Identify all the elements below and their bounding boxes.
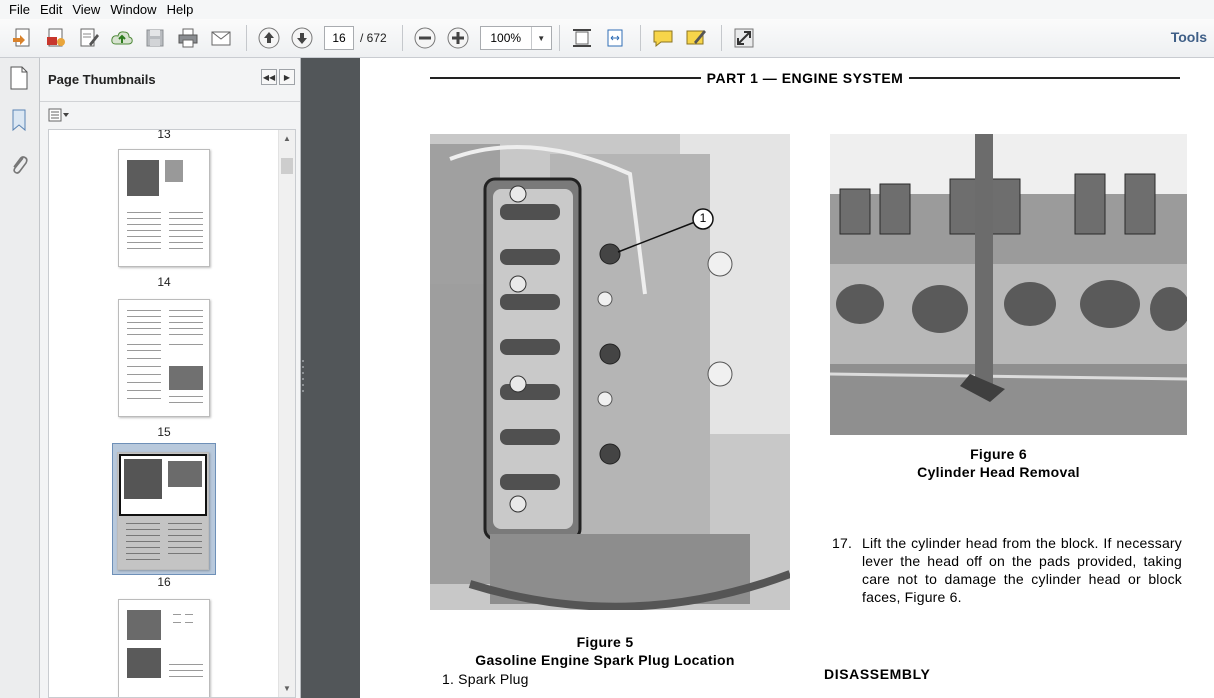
thumbnail-page-15[interactable] (118, 299, 210, 417)
thumbnail-scrollbar[interactable]: ▲ ▼ (278, 130, 295, 697)
section-heading-disassembly: DISASSEMBLY (824, 666, 931, 682)
toolbar-separator (720, 25, 722, 51)
zoom-value: 100% (490, 31, 522, 45)
upload-cloud-icon[interactable] (107, 23, 137, 53)
figure5-photo: 1 (430, 134, 790, 610)
tools-link[interactable]: Tools (1171, 29, 1207, 45)
email-icon[interactable] (206, 23, 236, 53)
next-page-icon[interactable] (287, 23, 317, 53)
fit-width-icon[interactable] (600, 23, 630, 53)
menu-help[interactable]: Help (162, 0, 199, 19)
toolbar-separator (639, 25, 641, 51)
thumbnail-page-number: 16 (157, 575, 171, 589)
save-icon[interactable] (140, 23, 170, 53)
figure6-photo (830, 134, 1187, 435)
document-page: PART 1 — ENGINE SYSTEM 1 Figure 6 Cylind… (360, 58, 1214, 698)
thumbnail-page-number: 13 (157, 129, 171, 141)
menu-view[interactable]: View (67, 0, 105, 19)
figure6-title: Figure 6 (970, 446, 1027, 462)
fullscreen-icon[interactable] (729, 23, 759, 53)
toolbar: 16 / 672 100% ▼ Tools (0, 19, 1214, 58)
panel-title: Page Thumbnails (48, 72, 156, 87)
page-number-input[interactable]: 16 (324, 26, 354, 50)
step-text: Lift the cylinder head from the block. I… (862, 535, 1182, 605)
menu-edit[interactable]: Edit (35, 0, 67, 19)
thumbnail-options[interactable] (40, 102, 300, 128)
zoom-select[interactable]: 100% ▼ (479, 26, 552, 50)
create-pdf-icon[interactable] (8, 23, 38, 53)
page-header: PART 1 — ENGINE SYSTEM (430, 70, 1181, 86)
fit-page-icon[interactable] (567, 23, 597, 53)
toolbar-separator (558, 25, 560, 51)
thumbnail-list[interactable]: 13 14 15 16 ▲ ▼ (48, 129, 296, 698)
menu-file[interactable]: File (4, 0, 35, 19)
thumbnail-page-16[interactable] (117, 452, 209, 570)
thumbnail-page-17[interactable] (118, 599, 210, 697)
zoom-in-icon[interactable] (443, 23, 473, 53)
highlight-icon[interactable] (681, 23, 711, 53)
print-icon[interactable] (173, 23, 203, 53)
figure6-subtitle: Cylinder Head Removal (917, 464, 1080, 480)
toolbar-separator (246, 25, 247, 51)
thumbnail-page-14[interactable] (118, 149, 210, 267)
options-menu-icon[interactable] (48, 108, 70, 122)
step-17: 17. Lift the cylinder head from the bloc… (832, 534, 1182, 606)
page-header-text: PART 1 — ENGINE SYSTEM (706, 70, 904, 86)
scroll-up-icon[interactable]: ▲ (279, 130, 295, 147)
comment-icon[interactable] (648, 23, 678, 53)
toolbar-separator (401, 25, 403, 51)
thumbnail-page-number: 15 (157, 425, 171, 439)
thumbnail-panel: Page Thumbnails ◀◀ ▶ 13 14 15 16 ▲ ▼ (40, 58, 301, 698)
panel-splitter[interactable] (301, 358, 305, 398)
menu-window[interactable]: Window (105, 0, 161, 19)
figure5-title: Figure 5 (576, 634, 634, 650)
collapse-panel-icon[interactable]: ◀◀ (261, 69, 277, 85)
scrollbar-thumb[interactable] (281, 158, 293, 174)
page-thumbnails-icon[interactable] (6, 64, 32, 92)
page-total: / 672 (360, 31, 387, 45)
edit-document-icon[interactable] (74, 23, 104, 53)
thumbnail-page-16-selected[interactable] (112, 443, 216, 575)
previous-page-icon[interactable] (254, 23, 284, 53)
zoom-out-icon[interactable] (410, 23, 440, 53)
menu-bar: File Edit View Window Help (0, 0, 1214, 19)
create-pdf-red-icon[interactable] (41, 23, 71, 53)
chevron-down-icon[interactable]: ▼ (530, 27, 551, 49)
expand-panel-icon[interactable]: ▶ (279, 69, 295, 85)
step-number: 17. (832, 535, 853, 551)
bookmark-icon[interactable] (6, 106, 32, 134)
figure5-subtitle: Gasoline Engine Spark Plug Location (475, 652, 735, 668)
figure5-callout: 1 (699, 211, 707, 225)
figure5-legend: 1. Spark Plug (442, 671, 529, 687)
navigation-rail (0, 58, 40, 698)
attachment-icon[interactable] (6, 150, 32, 178)
thumbnail-page-number: 14 (157, 275, 171, 289)
scroll-down-icon[interactable]: ▼ (279, 680, 295, 697)
